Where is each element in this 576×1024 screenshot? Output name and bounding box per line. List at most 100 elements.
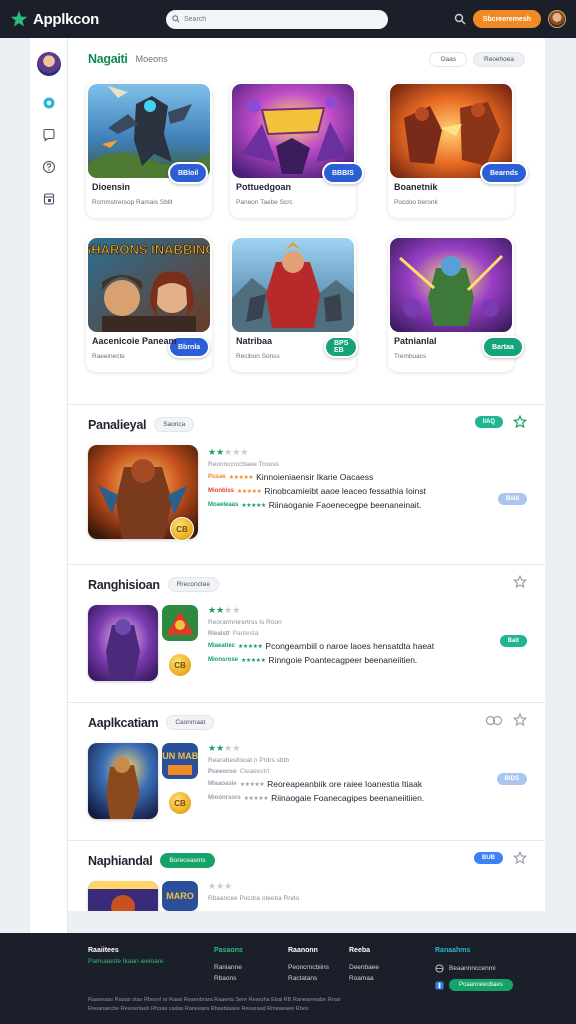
footer-legal: Raaenaas Raoas otas Rbesnl ro Raaa Reaen…	[88, 996, 358, 1014]
app-thumbnail[interactable]	[88, 881, 158, 911]
sort-button[interactable]: Reoehoea	[473, 52, 525, 67]
footer-link[interactable]: Deenbaee	[349, 964, 379, 971]
rating-tag[interactable]: BUB	[474, 852, 503, 864]
coin-badge: CB	[170, 517, 194, 541]
card-meta: Pocdoo beronk	[394, 199, 438, 206]
app-meta: Rearabestlooat n Prdrs sbtb	[208, 757, 289, 764]
price-badge[interactable]: BBloil	[168, 162, 209, 184]
help-icon[interactable]	[42, 160, 56, 174]
app-screenshot[interactable]: MARO	[162, 881, 198, 911]
card-title: Pottuedgoan	[236, 182, 291, 192]
footer-social-row[interactable]: Poaanneeobaes	[435, 979, 513, 991]
rating-stars: ★★★★	[208, 743, 241, 753]
price-badge[interactable]: BPS EB	[324, 336, 359, 358]
app-list-section: Aaplkcatiam Caonmaat BUN MABE CB ★★★★ Re…	[68, 702, 545, 832]
game-artwork: SHARONS INABBING	[88, 238, 210, 332]
app-meta: Reonnccrccbaee Tcooss	[208, 461, 279, 468]
section-header: Naphiandal Boreceasms	[88, 853, 215, 868]
review-row: Rlealstt Pantesta	[208, 630, 259, 637]
footer-column: Reeba Deenbaee Roamaa	[349, 947, 379, 986]
footer-column: Pasaons Ranianne Rbaons	[214, 947, 243, 986]
app-screenshot[interactable]: BUN MABE	[162, 743, 198, 779]
game-card[interactable]: Bartaa Patnianlal Trembuacs	[388, 236, 524, 372]
search-input[interactable]	[184, 15, 374, 23]
section-actions	[513, 575, 527, 589]
app-thumbnail[interactable]	[88, 605, 158, 681]
screenshot-banner: MARO	[166, 891, 194, 901]
footer-column-title: Raanonn	[288, 947, 318, 954]
search-bar[interactable]	[166, 9, 388, 29]
app-list-section: Naphiandal Boreceasms BUB MARO ★★★ Rbaan…	[68, 840, 545, 911]
subscribe-button[interactable]: Sbcreeremesh	[472, 10, 541, 28]
card-meta: Raeeinecte	[92, 353, 125, 360]
legal-text: Raaenaas Raoas otas Rbesnl ro Raaa Reaen…	[88, 997, 341, 1003]
game-card[interactable]: BPS EB Natribaa Recibon Sonss	[230, 236, 359, 372]
gear-icon[interactable]	[42, 96, 56, 110]
price-badge[interactable]: BBBIS	[322, 162, 364, 184]
app-store-icon	[435, 980, 444, 990]
footer-link[interactable]: Beaannnccenmi	[449, 965, 496, 972]
game-card[interactable]: BBBIS Pottuedgoan Paneon Taebe Scrc	[230, 82, 364, 218]
install-button[interactable]: Bait	[499, 635, 527, 647]
game-artwork	[390, 238, 512, 332]
game-card[interactable]: Bearnds Boanetnik Pocdoo beronk	[388, 82, 529, 218]
footer-link[interactable]: Peoncrncbiins	[288, 964, 329, 971]
bookmark-icon[interactable]	[42, 192, 56, 206]
review-row: Pusae ★★★★★ Kinnoieniaensir Ikarie Oacaess	[208, 472, 374, 482]
category-pill[interactable]: Rreconctee	[167, 577, 219, 592]
favorite-star-icon[interactable]	[513, 851, 527, 865]
category-pill[interactable]: Saonca	[154, 417, 195, 432]
review-row: Mlaaoasie ★★★★★ Reoreapeanbiik ore raiee I…	[208, 779, 423, 789]
install-button[interactable]: BIDS	[496, 773, 527, 785]
price-badge[interactable]: Bartaa	[482, 336, 524, 358]
app-list-section: Ranghisioan Rreconctee CB ★★★★ Reorarmre…	[68, 564, 545, 694]
app-info: ★★★ Rbaancee Pocdra oteeba Rndo	[208, 881, 299, 902]
filter-button[interactable]: Oaas	[429, 52, 467, 67]
footer-column-title: Ranaahms	[435, 947, 471, 954]
footer-social-row[interactable]: Beaannnccenmi	[435, 964, 513, 973]
app-thumbnail[interactable]	[88, 743, 158, 819]
globe-icon	[435, 964, 444, 973]
rating-stars: ★★★★	[208, 605, 241, 615]
install-button[interactable]: Biild	[498, 493, 527, 505]
app-list-section: Panalieyal Saonca IIAQ CB ★★★★★ Reonnccr…	[68, 404, 545, 556]
card-title: Natribaa	[236, 336, 273, 346]
section-header: Aaplkcatiam Caonmaat	[88, 715, 215, 730]
category-pill[interactable]: Caonmaat	[166, 715, 215, 730]
footer-link[interactable]: Ractatans	[288, 975, 329, 982]
card-meta: Paneon Taebe Scrc	[236, 199, 293, 206]
favorite-star-icon[interactable]	[513, 575, 527, 589]
rating-stars: ★★★★★	[208, 447, 249, 457]
section-title: Naphiandal	[88, 853, 153, 868]
footer-link[interactable]: Ranianne	[214, 964, 243, 971]
search-icon[interactable]	[454, 13, 466, 25]
favorite-star-icon[interactable]	[513, 713, 527, 727]
screenshot-banner: BUN MABE	[162, 751, 198, 761]
link-icon[interactable]	[485, 715, 503, 726]
section-title: Panalieyal	[88, 417, 147, 432]
price-badge[interactable]: Bearnds	[480, 162, 529, 184]
user-avatar[interactable]	[548, 10, 566, 28]
app-info: ★★★★ Reorarmrerertrss Is Roon Rlealstt Pa…	[208, 605, 434, 665]
section-title: Nagaiti	[88, 52, 128, 66]
app-screenshot[interactable]	[162, 605, 198, 641]
review-row: Moaeleaas ★★★★★ Riinaoganie Faoenecegpe be…	[208, 500, 422, 510]
section-subtitle: Moeons	[135, 54, 168, 64]
review-row: Pueeonso Cleaeestrt	[208, 768, 270, 775]
app-info: ★★★★ Rearabestlooat n Prdrs sbtb Pueeons…	[208, 743, 424, 803]
download-button[interactable]: Poaanneeobaes	[449, 979, 513, 991]
footer-link[interactable]: Roamaa	[349, 975, 379, 982]
footer-brand-name: Raaiitees	[88, 947, 119, 954]
app-info: ★★★★★ Reonnccrccbaee Tcooss Pusae ★★★★★ Ki…	[208, 447, 426, 510]
coin-badge: CB	[168, 791, 192, 815]
favorite-star-icon[interactable]	[513, 415, 527, 429]
game-card[interactable]: BBloil Dioensin Rcmmstrersop Ramais Sbll…	[86, 82, 212, 218]
rating-tag[interactable]: IIAQ	[474, 416, 503, 428]
brand[interactable]: Applkcon	[10, 10, 160, 28]
category-pill[interactable]: Boreceasms	[160, 853, 215, 868]
section-header: Panalieyal Saonca	[88, 417, 195, 432]
game-card[interactable]: SHARONS INABBING Bbrnla Aacenicoie Panea…	[86, 236, 212, 372]
chat-icon[interactable]	[42, 128, 56, 142]
footer-link[interactable]: Rbaons	[214, 975, 243, 982]
sidebar-avatar[interactable]	[36, 52, 61, 76]
